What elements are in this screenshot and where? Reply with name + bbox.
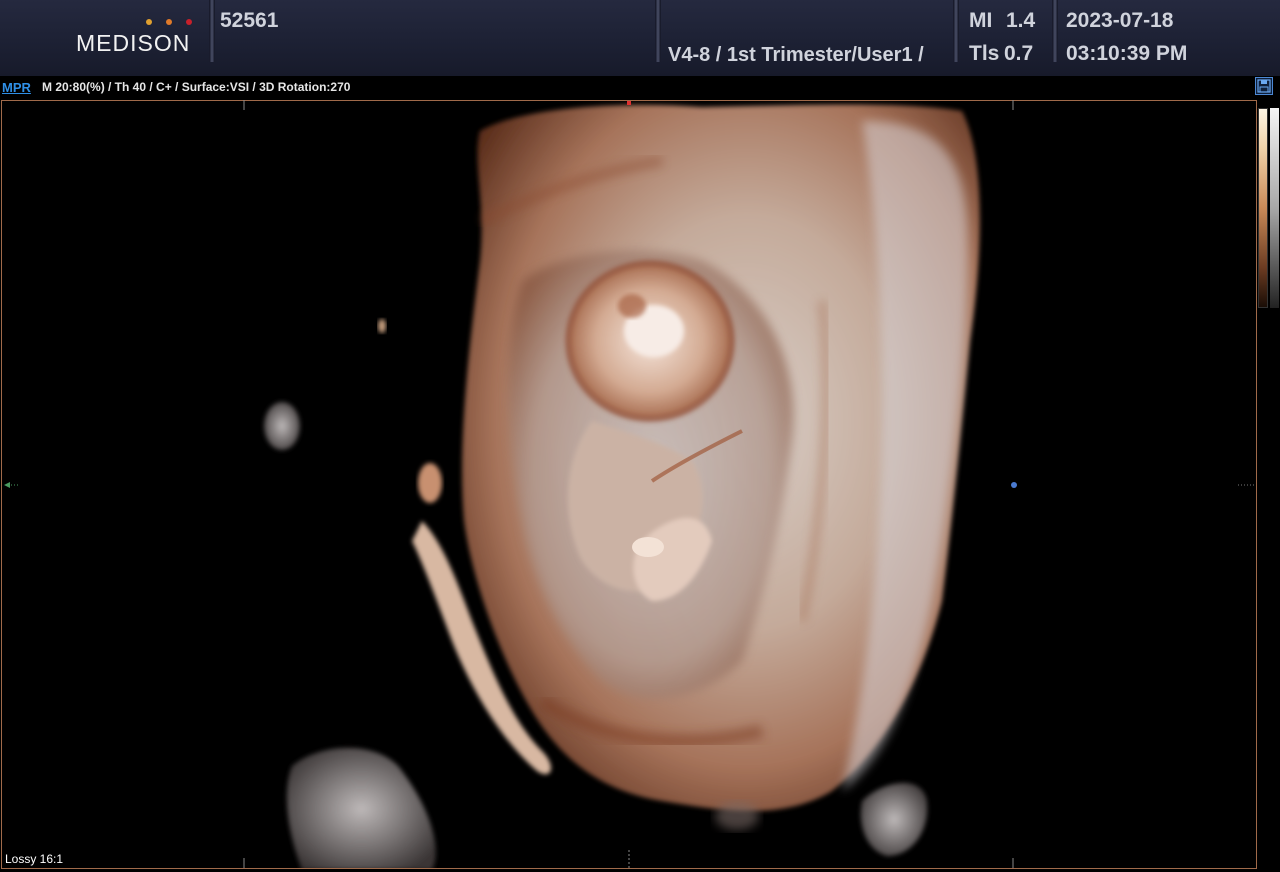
header-divider <box>209 0 215 62</box>
header-divider <box>1052 0 1058 62</box>
tis-value: 0.7 <box>1004 42 1034 65</box>
header-divider <box>953 0 959 62</box>
rendered-volume <box>264 104 980 868</box>
ultrasound-3d-viewport[interactable] <box>1 100 1257 869</box>
tis-label: Tls <box>969 42 1000 65</box>
exam-date: 2023-07-18 <box>1066 9 1174 32</box>
medison-logo: MEDISON <box>76 30 191 56</box>
compression-label: Lossy 16:1 <box>5 852 64 866</box>
mi-label: MI <box>969 9 993 32</box>
patient-id: 52561 <box>220 9 279 32</box>
header-divider <box>655 0 661 62</box>
grayscale-colorbar <box>1270 108 1279 308</box>
imaging-parameters: M 20:80(%) / Th 40 / C+ / Surface:VSI / … <box>42 80 351 94</box>
logo-dots <box>146 19 196 27</box>
probe-preset: V4-8 / 1st Trimester/User1 / <box>668 44 924 66</box>
exam-time: 03:10:39 PM <box>1066 42 1188 65</box>
mpr-mode-button[interactable]: MPR <box>2 80 31 95</box>
save-icon[interactable] <box>1255 77 1273 95</box>
color-map-bar <box>1258 108 1268 308</box>
mi-value: 1.4 <box>1006 9 1036 32</box>
